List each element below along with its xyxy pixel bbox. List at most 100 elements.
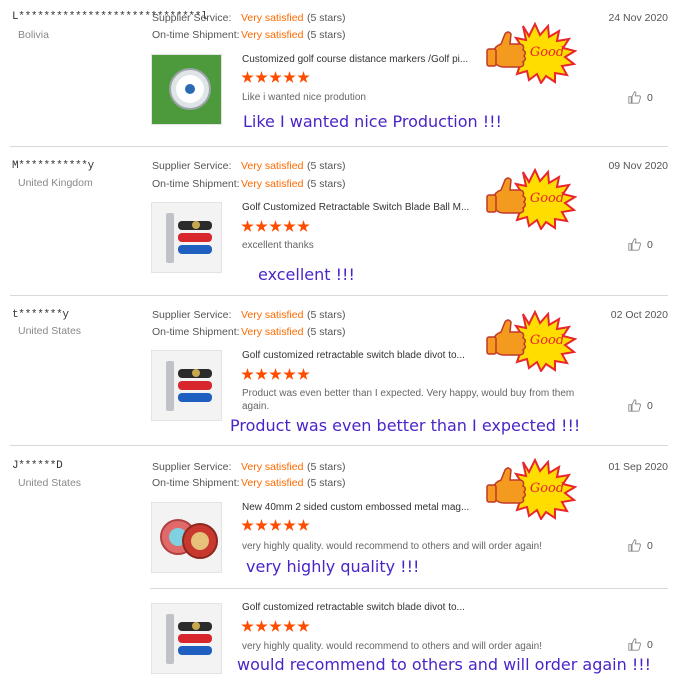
handwritten-note: Product was even better than I expected … <box>230 416 581 435</box>
ontime-shipment-stars: (5 stars) <box>307 178 346 190</box>
supplier-service-label: Supplier Service: <box>152 160 232 172</box>
handwritten-note: Like I wanted nice Production !!! <box>243 112 502 131</box>
product-thumbnail[interactable] <box>151 502 222 573</box>
ontime-shipment-stars: (5 stars) <box>307 29 346 41</box>
review-date: 24 Nov 2020 <box>608 12 668 24</box>
svg-text:Good: Good <box>530 481 564 496</box>
star-icon <box>269 71 282 83</box>
like-button[interactable]: 0 <box>628 539 653 552</box>
buyer-name: t*******y <box>12 309 69 321</box>
supplier-service-rating: Very satisfied <box>241 461 304 473</box>
like-count: 0 <box>647 91 653 104</box>
like-button[interactable]: 0 <box>628 91 653 104</box>
handwritten-note: would recommend to others and will order… <box>237 655 652 674</box>
supplier-service-stars: (5 stars) <box>307 12 346 24</box>
thumbs-up-icon <box>628 91 641 104</box>
review-divider <box>150 588 668 589</box>
star-icon <box>297 620 310 632</box>
buyer-name: M***********y <box>12 160 94 172</box>
review-divider <box>10 295 668 296</box>
product-title-link[interactable]: Golf Customized Retractable Switch Blade… <box>242 202 502 213</box>
divot-tool-image <box>152 351 221 420</box>
review-comment: very highly quality. would recommend to … <box>242 641 542 652</box>
ontime-shipment-label: On-time Shipment: <box>152 477 240 489</box>
like-count: 0 <box>647 638 653 651</box>
supplier-service-rating: Very satisfied <box>241 160 304 172</box>
star-icon <box>297 519 310 531</box>
like-count: 0 <box>647 238 653 251</box>
ontime-shipment-label: On-time Shipment: <box>152 178 240 190</box>
supplier-service-label: Supplier Service: <box>152 12 232 24</box>
svg-text:Good: Good <box>530 333 564 348</box>
review-stars <box>241 620 310 634</box>
review-date: 09 Nov 2020 <box>608 160 668 172</box>
star-icon <box>255 519 268 531</box>
svg-text:Good: Good <box>530 191 564 206</box>
review-stars <box>241 71 310 85</box>
star-icon <box>241 368 254 380</box>
ontime-shipment-rating: Very satisfied <box>241 29 304 41</box>
ontime-shipment-rating: Very satisfied <box>241 326 304 338</box>
review-stars <box>241 368 310 382</box>
star-icon <box>241 620 254 632</box>
divot-tool-image <box>152 604 221 673</box>
golf-marker-image <box>152 55 221 124</box>
handwritten-note: excellent !!! <box>258 265 355 284</box>
star-icon <box>297 368 310 380</box>
buyer-name: J******D <box>12 460 63 472</box>
star-icon <box>297 71 310 83</box>
divot-tool-image <box>152 203 221 272</box>
supplier-service-stars: (5 stars) <box>307 309 346 321</box>
star-icon <box>255 368 268 380</box>
product-thumbnail[interactable] <box>151 350 222 421</box>
review-comment: excellent thanks <box>242 240 314 251</box>
handwritten-note: very highly quality !!! <box>246 557 420 576</box>
review-stars <box>241 519 310 533</box>
star-icon <box>283 620 296 632</box>
star-icon <box>255 220 268 232</box>
ontime-shipment-stars: (5 stars) <box>307 477 346 489</box>
like-button[interactable]: 0 <box>628 238 653 251</box>
product-thumbnail[interactable] <box>151 202 222 273</box>
star-icon <box>283 71 296 83</box>
svg-text:Good: Good <box>530 45 564 60</box>
supplier-service-rating: Very satisfied <box>241 309 304 321</box>
review-comment: very highly quality. would recommend to … <box>242 541 542 552</box>
product-title-link[interactable]: Golf customized retractable switch blade… <box>242 350 502 361</box>
good-badge-icon: Good <box>485 168 577 230</box>
like-count: 0 <box>647 539 653 552</box>
like-button[interactable]: 0 <box>628 638 653 651</box>
ontime-shipment-stars: (5 stars) <box>307 326 346 338</box>
thumbs-up-icon <box>628 638 641 651</box>
ontime-shipment-rating: Very satisfied <box>241 178 304 190</box>
product-title-link[interactable]: New 40mm 2 sided custom embossed metal m… <box>242 502 502 513</box>
star-icon <box>269 519 282 531</box>
review-comment: Like i wanted nice prodution <box>242 92 366 103</box>
good-badge-icon: Good <box>485 310 577 372</box>
star-icon <box>255 71 268 83</box>
star-icon <box>269 620 282 632</box>
product-thumbnail[interactable] <box>151 54 222 125</box>
review-stars <box>241 220 310 234</box>
review-divider <box>10 445 668 446</box>
star-icon <box>283 519 296 531</box>
like-count: 0 <box>647 399 653 412</box>
thumbs-up-icon <box>628 399 641 412</box>
ontime-shipment-rating: Very satisfied <box>241 477 304 489</box>
product-thumbnail[interactable] <box>151 603 222 674</box>
star-icon <box>297 220 310 232</box>
star-icon <box>269 220 282 232</box>
thumbs-up-icon <box>628 238 641 251</box>
supplier-service-label: Supplier Service: <box>152 461 232 473</box>
star-icon <box>241 519 254 531</box>
supplier-service-stars: (5 stars) <box>307 160 346 172</box>
supplier-service-rating: Very satisfied <box>241 12 304 24</box>
star-icon <box>241 220 254 232</box>
buyer-country: United States <box>18 477 82 489</box>
review-divider <box>10 146 668 147</box>
supplier-service-label: Supplier Service: <box>152 309 232 321</box>
product-title-link[interactable]: Customized golf course distance markers … <box>242 54 502 65</box>
like-button[interactable]: 0 <box>628 399 653 412</box>
review-comment: Product was even better than I expected.… <box>242 388 575 412</box>
product-title-link[interactable]: Golf customized retractable switch blade… <box>242 602 502 613</box>
